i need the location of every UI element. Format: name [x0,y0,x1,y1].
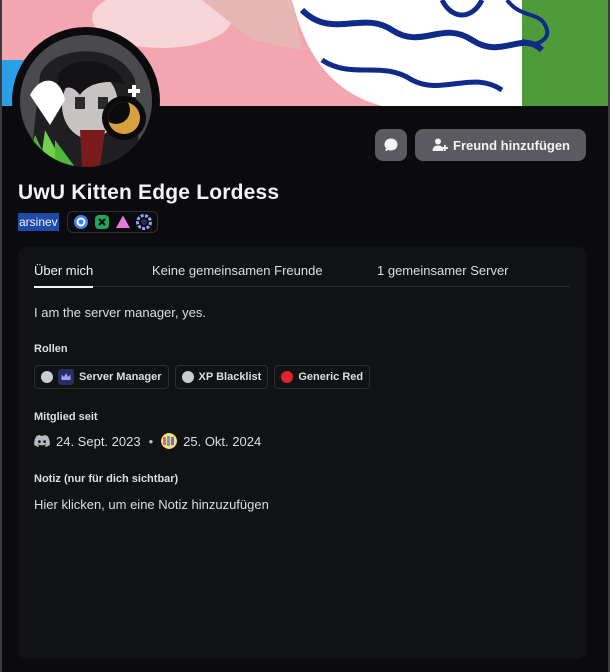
server-icon[interactable] [161,433,178,449]
add-friend-icon [432,138,449,151]
chat-bubble-icon [384,138,398,152]
badge-list [66,211,158,233]
tab-mutual-friends[interactable]: Keine gemeinsamen Freunde [152,263,323,287]
roles-title: Rollen [34,343,68,355]
add-friend-label: Freund hinzufügen [453,137,570,153]
tab-mutual-servers[interactable]: 1 gemeinsamer Server [377,263,509,287]
crown-icon [58,369,74,385]
member-since-row: 24. Sept. 2023 • 25. Okt. 2024 [34,433,261,449]
member-since-title: Mitglied seit [34,411,98,423]
note-title: Notiz (nur für dich sichtbar) [34,473,179,485]
add-friend-button[interactable]: Freund hinzufügen [415,129,586,161]
note-input[interactable]: Hier klicken, um eine Notiz hinzuzufügen [34,497,269,512]
nitro-icon[interactable] [72,213,90,231]
separator-dot: • [148,433,154,449]
idle-status-icon [102,96,146,140]
profile-card: Über mich Keine gemeinsamen Freunde 1 ge… [18,247,586,659]
profile-actions: Freund hinzufügen [375,129,586,161]
discord-join-date: 24. Sept. 2023 [56,433,141,449]
role-label: XP Blacklist [198,371,262,383]
role-list: Server Manager XP Blacklist Generic Red [34,365,371,389]
role-xp-blacklist[interactable]: XP Blacklist [174,365,269,389]
hypesquad-icon[interactable] [114,213,132,231]
server-join-date: 25. Okt. 2024 [183,433,262,449]
display-name: UwU Kitten Edge Lordess [18,181,280,204]
role-color-dot[interactable] [181,371,194,383]
role-server-manager[interactable]: Server Manager [34,365,169,389]
role-label: Server Manager [79,371,162,383]
role-color-dot[interactable] [41,371,53,383]
tab-about-me[interactable]: Über mich [34,263,94,288]
discord-icon [34,434,50,447]
boost-icon[interactable] [135,213,153,231]
xbox-icon[interactable] [93,213,111,231]
username[interactable]: arsinev [18,213,59,231]
identity-row: arsinev [18,211,158,233]
send-message-button[interactable] [375,129,408,161]
user-profile-popout: Freund hinzufügen UwU Kitten Edge Lordes… [2,0,608,672]
role-label: Generic Red [298,371,364,383]
role-generic-red[interactable]: Generic Red [274,365,371,389]
role-color-dot[interactable] [281,371,294,383]
profile-tabs: Über mich Keine gemeinsamen Freunde 1 ge… [34,263,570,288]
bio-text: I am the server manager, yes. [34,305,206,320]
